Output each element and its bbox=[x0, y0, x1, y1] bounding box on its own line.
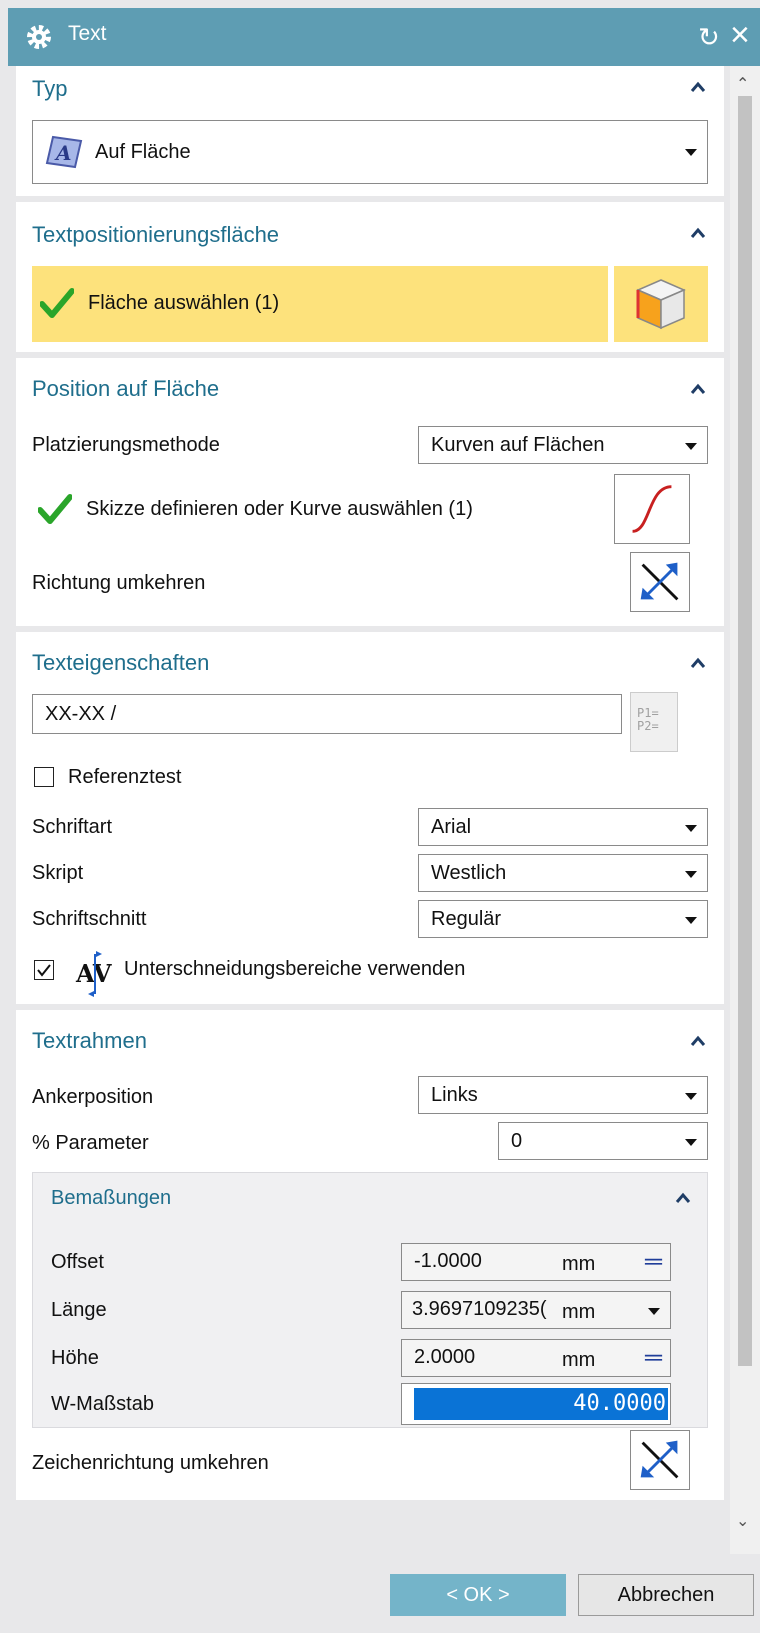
reference-checkbox[interactable] bbox=[34, 767, 54, 787]
offset-field[interactable]: -1.0000 mm ═ bbox=[401, 1243, 671, 1281]
text-input[interactable]: XX-XX / bbox=[32, 694, 622, 734]
font-label: Schriftart bbox=[32, 816, 113, 838]
collapse-icon[interactable] bbox=[688, 380, 708, 400]
offset-label: Offset bbox=[51, 1251, 104, 1273]
style-dropdown[interactable]: Regulär bbox=[418, 900, 708, 938]
collapse-icon[interactable] bbox=[688, 224, 708, 244]
equals-icon[interactable]: ═ bbox=[645, 1248, 662, 1276]
ok-button[interactable]: < OK > bbox=[390, 1574, 566, 1616]
section-title-frame: Textrahmen bbox=[32, 1028, 147, 1053]
style-label: Schriftschnitt bbox=[32, 908, 147, 930]
kerning-checkbox[interactable] bbox=[34, 960, 54, 980]
percent-parameter-dropdown[interactable]: 0 bbox=[498, 1122, 708, 1160]
select-face-label: Fläche auswählen (1) bbox=[88, 292, 280, 314]
title-bar: Text ↻ × bbox=[8, 8, 760, 66]
section-title-dimensions: Bemaßungen bbox=[51, 1187, 172, 1209]
scroll-down-icon[interactable]: ⌄ bbox=[736, 1511, 749, 1531]
anchor-label: Ankerposition bbox=[32, 1086, 154, 1108]
section-position: Position auf Fläche Platzierungsmethode … bbox=[16, 358, 724, 626]
length-label: Länge bbox=[51, 1299, 107, 1321]
section-typ: Typ A Auf Fläche bbox=[16, 66, 724, 196]
section-title-typ: Typ bbox=[32, 76, 68, 101]
collapse-icon[interactable] bbox=[673, 1189, 693, 1209]
cube-icon bbox=[636, 279, 686, 330]
curve-icon bbox=[632, 485, 672, 533]
parameter-icon: P1= P2= bbox=[637, 706, 659, 733]
checkmark-icon bbox=[37, 964, 51, 977]
close-icon[interactable]: × bbox=[730, 18, 760, 52]
scrollbar[interactable]: ⌃ ⌄ bbox=[730, 66, 760, 1554]
face-selector-button[interactable] bbox=[614, 266, 708, 342]
svg-text:AV: AV bbox=[75, 959, 112, 988]
collapse-icon[interactable] bbox=[688, 654, 708, 674]
reverse-char-direction-label: Zeichenrichtung umkehren bbox=[32, 1452, 269, 1474]
svg-text:A: A bbox=[54, 141, 72, 165]
script-label: Skript bbox=[32, 862, 84, 884]
parameter-expression-button[interactable]: P1= P2= bbox=[630, 692, 678, 752]
section-title-surface: Textpositionierungsfläche bbox=[32, 222, 280, 247]
reverse-direction-icon bbox=[640, 562, 679, 601]
script-dropdown[interactable]: Westlich bbox=[418, 854, 708, 892]
dimensions-panel: Bemaßungen Offset -1.0000 mm ═ Länge 3.9… bbox=[32, 1172, 708, 1428]
height-label: Höhe bbox=[51, 1347, 99, 1369]
anchor-dropdown[interactable]: Links bbox=[418, 1076, 708, 1114]
equals-icon[interactable]: ═ bbox=[645, 1344, 662, 1372]
reference-label: Referenztest bbox=[68, 766, 182, 788]
gear-icon[interactable] bbox=[24, 22, 54, 52]
placement-method-label: Platzierungsmethode bbox=[32, 434, 220, 456]
checkmark-icon bbox=[38, 494, 72, 524]
kerning-label: Unterschneidungsbereiche verwenden bbox=[124, 958, 466, 980]
select-face-row[interactable]: Fläche auswählen (1) bbox=[32, 266, 608, 342]
scrollbar-thumb[interactable] bbox=[738, 96, 752, 1366]
percent-parameter-label: % Parameter bbox=[32, 1132, 149, 1154]
checkmark-icon bbox=[40, 288, 74, 318]
scroll-up-icon[interactable]: ⌃ bbox=[736, 74, 749, 94]
reset-icon[interactable]: ↻ bbox=[698, 22, 724, 52]
section-properties: Texteigenschaften XX-XX / P1= P2= Refere… bbox=[16, 632, 724, 1004]
collapse-icon[interactable] bbox=[688, 1032, 708, 1052]
window-title: Text bbox=[68, 22, 107, 45]
curve-selector-button[interactable] bbox=[614, 474, 690, 544]
define-sketch-label: Skizze definieren oder Kurve auswählen (… bbox=[86, 498, 473, 520]
text-on-face-icon: A bbox=[45, 135, 83, 169]
collapse-icon[interactable] bbox=[688, 78, 708, 98]
type-value: Auf Fläche bbox=[95, 141, 191, 163]
reverse-direction-button[interactable] bbox=[630, 552, 690, 612]
w-scale-field[interactable]: 40.0000 bbox=[401, 1383, 671, 1425]
section-title-position: Position auf Fläche bbox=[32, 376, 220, 401]
section-title-properties: Texteigenschaften bbox=[32, 650, 210, 675]
font-dropdown[interactable]: Arial bbox=[418, 808, 708, 846]
section-frame: Textrahmen Ankerposition Links % Paramet… bbox=[16, 1010, 724, 1500]
placement-method-dropdown[interactable]: Kurven auf Flächen bbox=[418, 426, 708, 464]
reverse-direction-icon bbox=[640, 1440, 679, 1479]
kerning-icon: AV bbox=[75, 951, 112, 997]
cancel-button[interactable]: Abbrechen bbox=[578, 1574, 754, 1616]
w-scale-label: W-Maßstab bbox=[51, 1393, 154, 1415]
w-scale-selection: 40.0000 bbox=[414, 1388, 668, 1420]
reverse-direction-label: Richtung umkehren bbox=[32, 572, 206, 594]
section-surface: Textpositionierungsfläche Fläche auswähl… bbox=[16, 202, 724, 352]
type-dropdown[interactable]: A Auf Fläche bbox=[32, 120, 708, 184]
height-field[interactable]: 2.0000 mm ═ bbox=[401, 1339, 671, 1377]
length-field[interactable]: 3.9697109235( mm bbox=[401, 1291, 671, 1329]
reverse-char-direction-button[interactable] bbox=[630, 1430, 690, 1490]
